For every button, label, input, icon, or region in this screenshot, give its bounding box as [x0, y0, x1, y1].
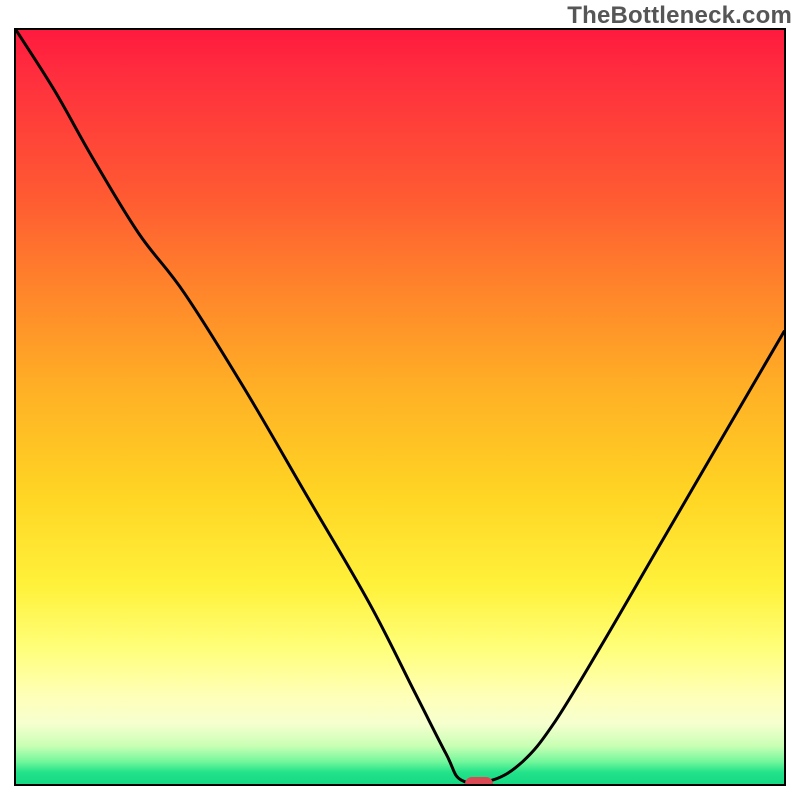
curve-svg [16, 30, 784, 784]
watermark-text: TheBottleneck.com [567, 2, 792, 30]
chart-frame: TheBottleneck.com [0, 0, 800, 800]
bottleneck-curve-path [16, 30, 784, 783]
plot-area [14, 28, 786, 786]
min-marker [465, 777, 493, 786]
